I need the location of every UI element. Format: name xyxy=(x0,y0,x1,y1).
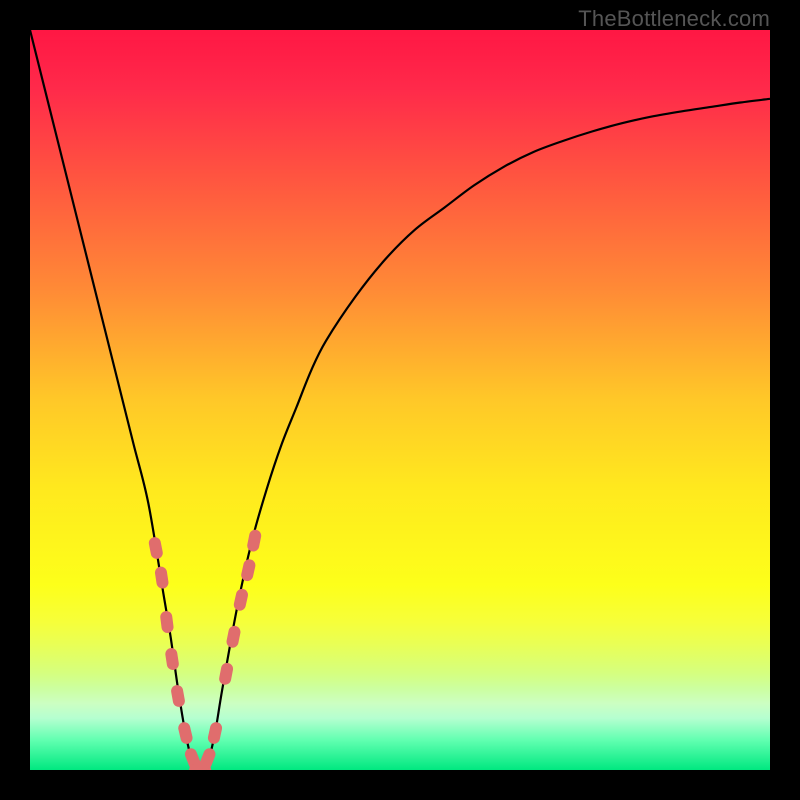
highlight-dot xyxy=(165,647,180,671)
highlight-dot xyxy=(225,625,241,649)
highlight-dot xyxy=(198,746,217,770)
chart-svg xyxy=(30,30,770,770)
highlight-dot xyxy=(154,566,169,590)
highlight-dot xyxy=(218,662,234,686)
bottleneck-curve xyxy=(30,30,770,770)
highlight-dot xyxy=(177,721,194,745)
highlight-dot xyxy=(160,610,175,633)
highlight-dots xyxy=(148,529,263,770)
highlight-dot xyxy=(240,558,257,582)
highlight-dot xyxy=(207,721,223,745)
highlight-dot xyxy=(246,529,262,553)
plot-area xyxy=(30,30,770,770)
highlight-dot xyxy=(233,588,249,612)
highlight-dot xyxy=(170,684,186,708)
highlight-dot xyxy=(148,536,164,560)
chart-frame: TheBottleneck.com xyxy=(0,0,800,800)
watermark-text: TheBottleneck.com xyxy=(578,6,770,32)
